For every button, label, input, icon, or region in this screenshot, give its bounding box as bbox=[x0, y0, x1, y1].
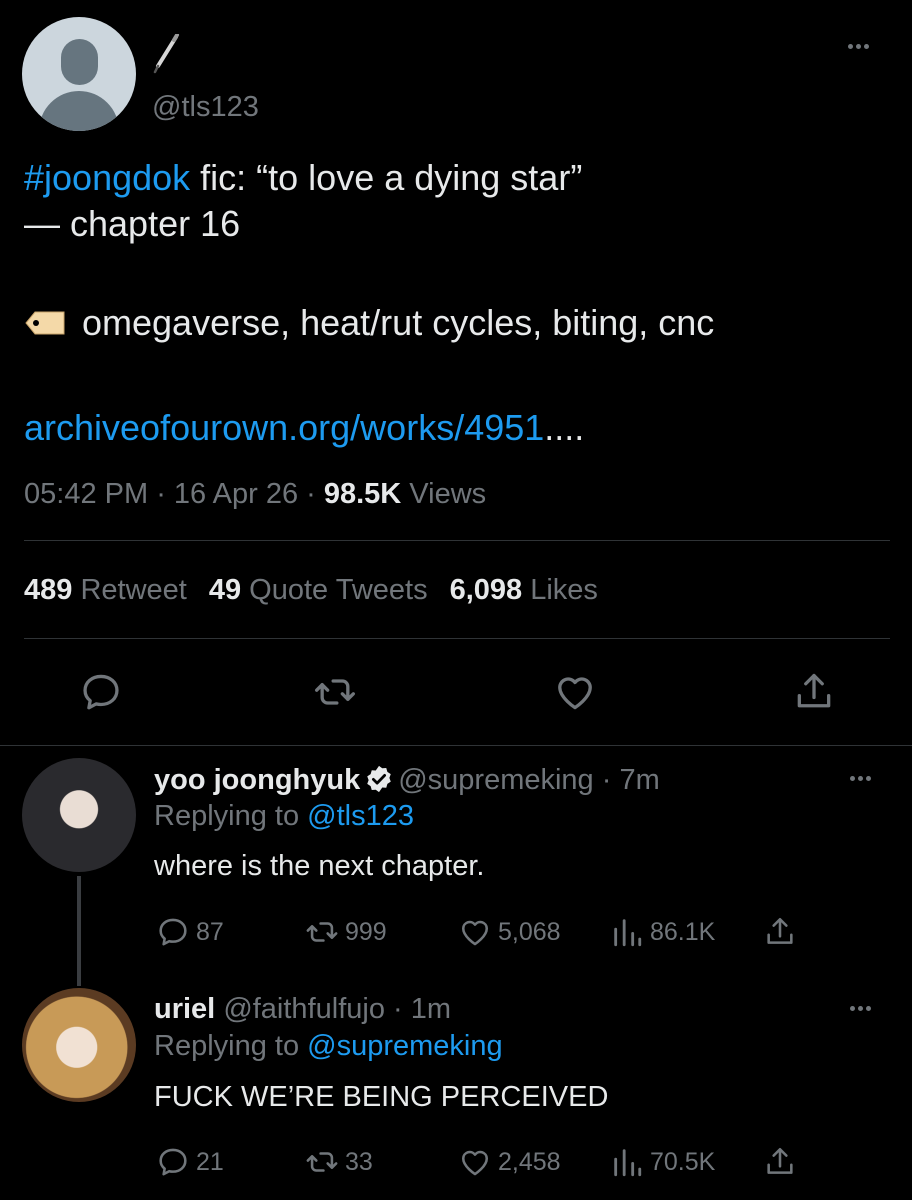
author-handle[interactable]: @tls123 bbox=[152, 91, 259, 124]
replying-prefix: Replying to bbox=[154, 800, 308, 832]
like-icon bbox=[461, 920, 489, 946]
reply-action[interactable]: 21 bbox=[156, 1145, 224, 1179]
retweets-stat[interactable]: 489 Retweet bbox=[24, 574, 187, 606]
reply-count: 87 bbox=[196, 917, 224, 946]
reply-text: FUCK WE’RE BEING PERCEIVED bbox=[154, 1081, 609, 1113]
tweet-stats: 489 Retweet 49 Quote Tweets 6,098 Likes bbox=[24, 574, 598, 607]
reply-author-name[interactable]: yoo joonghyuk bbox=[154, 764, 360, 796]
meta-sep: · bbox=[298, 478, 324, 510]
ao3-link[interactable]: archiveofourown.org/works/4951.... bbox=[24, 407, 584, 449]
tweet-title: fic: “to love a dying star” bbox=[190, 157, 583, 198]
retweet-count: 33 bbox=[345, 1147, 373, 1176]
views-action[interactable]: 86.1K bbox=[610, 915, 715, 949]
retweet-icon bbox=[306, 1152, 338, 1172]
tweet-tags: omegaverse, heat/rut cycles, biting, cnc bbox=[82, 302, 715, 343]
divider bbox=[24, 540, 890, 541]
quotes-stat[interactable]: 49 Quote Tweets bbox=[209, 574, 428, 606]
retweet-icon[interactable] bbox=[313, 670, 357, 714]
retweet-action[interactable]: 999 bbox=[305, 915, 387, 949]
more-icon[interactable] bbox=[850, 1006, 871, 1011]
like-action[interactable]: 2,458 bbox=[458, 1145, 561, 1179]
tweet-time[interactable]: 05:42 PM bbox=[24, 478, 148, 510]
views-count: 98.5K bbox=[323, 478, 402, 510]
analytics-icon bbox=[614, 1149, 642, 1177]
reply-action[interactable]: 87 bbox=[156, 915, 224, 949]
like-count: 2,458 bbox=[498, 1147, 561, 1176]
reply-text: where is the next chapter. bbox=[154, 850, 485, 882]
share-icon bbox=[767, 1147, 793, 1174]
analytics-icon bbox=[614, 919, 642, 947]
like-icon[interactable] bbox=[553, 670, 597, 714]
reply-avatar[interactable] bbox=[22, 758, 136, 872]
views-count: 70.5K bbox=[650, 1147, 716, 1176]
share-icon bbox=[767, 917, 793, 944]
replying-to: Replying to @tls123 bbox=[154, 800, 414, 833]
share-action[interactable] bbox=[763, 1145, 797, 1179]
reply-avatar[interactable] bbox=[22, 988, 136, 1102]
retweet-icon bbox=[306, 922, 338, 942]
reply-author-name[interactable]: uriel bbox=[154, 993, 215, 1025]
pen-icon bbox=[153, 34, 179, 74]
like-action[interactable]: 5,068 bbox=[458, 915, 561, 949]
like-icon bbox=[461, 1150, 489, 1176]
divider bbox=[24, 638, 890, 639]
tag-icon bbox=[25, 311, 65, 335]
retweet-count: 999 bbox=[345, 917, 387, 946]
reply-count: 21 bbox=[196, 1147, 224, 1176]
retweets-count: 489 bbox=[24, 574, 73, 606]
likes-label: Likes bbox=[522, 574, 598, 606]
reply-icon bbox=[159, 918, 187, 946]
meta-sep: · bbox=[148, 478, 174, 510]
quotes-count: 49 bbox=[208, 574, 242, 606]
divider bbox=[0, 745, 912, 746]
tweet-meta: 05:42 PM · 16 Apr 26 · 98.5K Views bbox=[24, 478, 486, 511]
hashtag-link[interactable]: #joongdok bbox=[24, 157, 190, 198]
reply-author-handle[interactable]: @supremeking bbox=[398, 764, 593, 796]
likes-stat[interactable]: 6,098 Likes bbox=[450, 574, 598, 606]
replying-to: Replying to @supremeking bbox=[154, 1030, 503, 1063]
verified-badge-icon bbox=[367, 765, 391, 793]
reply-header: yoo joonghyuk @supremeking · 7m bbox=[154, 764, 660, 797]
replying-prefix: Replying to bbox=[154, 1030, 308, 1062]
more-icon[interactable] bbox=[848, 44, 869, 49]
default-avatar-body bbox=[39, 91, 119, 131]
share-action[interactable] bbox=[763, 915, 797, 949]
reply-time[interactable]: · 1m bbox=[385, 993, 451, 1025]
likes-count: 6,098 bbox=[449, 574, 523, 606]
default-avatar-head bbox=[61, 39, 98, 85]
views-label: Views bbox=[401, 478, 487, 510]
reply-header: uriel @faithfulfujo · 1m bbox=[154, 993, 451, 1026]
ao3-link-text[interactable]: archiveofourown.org/works/4951 bbox=[24, 407, 544, 448]
replying-to-handle[interactable]: @supremeking bbox=[307, 1030, 502, 1062]
quotes-label: Quote Tweets bbox=[241, 574, 428, 606]
more-icon[interactable] bbox=[850, 776, 871, 781]
retweets-label: Retweet bbox=[72, 574, 187, 606]
tweet-text-line1: #joongdok fic: “to love a dying star” bbox=[24, 157, 582, 199]
tweet-date[interactable]: 16 Apr 26 bbox=[174, 478, 298, 510]
views-action[interactable]: 70.5K bbox=[610, 1145, 715, 1179]
reply-icon[interactable] bbox=[79, 670, 123, 714]
thread-line bbox=[77, 876, 81, 986]
reply-time[interactable]: · 7m bbox=[594, 764, 660, 796]
share-icon[interactable] bbox=[792, 670, 836, 714]
replying-to-handle[interactable]: @tls123 bbox=[307, 800, 414, 832]
reply-icon bbox=[159, 1148, 187, 1176]
retweet-action[interactable]: 33 bbox=[305, 1145, 373, 1179]
author-avatar[interactable] bbox=[22, 17, 136, 131]
tweet-text-line2: — chapter 16 bbox=[24, 203, 241, 244]
link-ellipsis: .... bbox=[544, 407, 585, 448]
views-count: 86.1K bbox=[650, 917, 716, 946]
reply-author-handle[interactable]: @faithfulfujo bbox=[223, 993, 385, 1025]
like-count: 5,068 bbox=[498, 917, 561, 946]
